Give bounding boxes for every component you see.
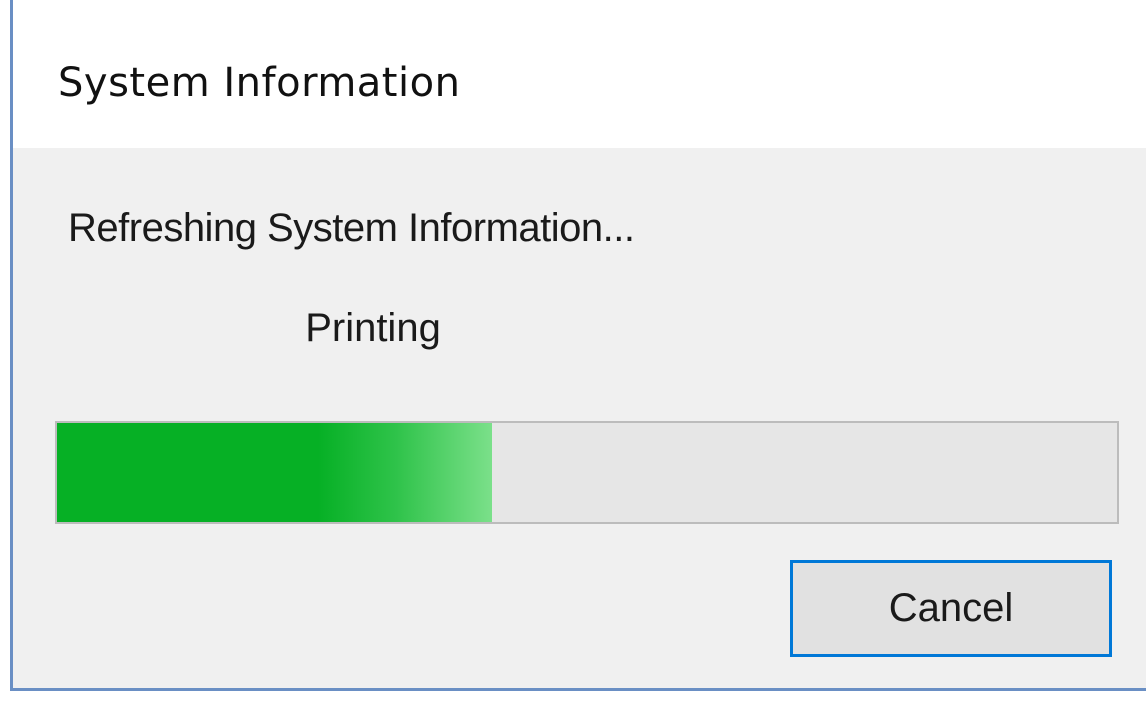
progress-bar-fill — [57, 423, 492, 522]
window-bottom-border — [10, 688, 1146, 691]
status-message: Refreshing System Information... — [68, 206, 635, 250]
progress-bar — [55, 421, 1119, 524]
title-bar[interactable]: System Information — [13, 0, 1146, 148]
window-left-border — [0, 0, 13, 690]
current-item-label: Printing — [305, 306, 441, 350]
dialog-body: Refreshing System Information... Printin… — [13, 148, 1146, 688]
window-title: System Information — [58, 60, 461, 106]
system-information-dialog: System Information Refreshing System Inf… — [0, 0, 1146, 704]
cancel-button[interactable]: Cancel — [790, 560, 1112, 657]
